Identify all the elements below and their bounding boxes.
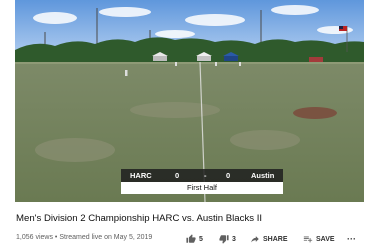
save-label: SAVE [316,235,335,243]
home-team-score: 0 [175,171,180,180]
meta-separator: • [54,234,58,241]
thumbs-down-icon [219,234,229,244]
like-button[interactable]: 5 [186,233,203,245]
video-meta: 1,056 views • Streamed live on May 5, 20… [16,234,152,241]
scoreboard: HARC 0 - 0 Austin [121,169,283,182]
video-player[interactable]: HARC 0 - 0 Austin First Half [15,0,364,202]
like-count: 5 [199,235,203,243]
more-icon: ··· [347,234,356,244]
more-options-button[interactable]: ··· [347,233,356,245]
away-team-name: Austin [251,171,275,180]
score-separator: - [204,171,207,180]
share-button[interactable]: SHARE [250,233,288,245]
dislike-count: 3 [232,235,236,243]
video-title: Men's Division 2 Championship HARC vs. A… [16,213,263,224]
save-playlist-icon [303,234,313,244]
stream-date: Streamed live on May 5, 2019 [59,234,153,241]
view-count: 1,056 views [16,234,53,241]
dislike-button[interactable]: 3 [219,233,236,245]
share-label: SHARE [263,235,288,243]
thumbs-up-icon [186,234,196,244]
home-team-name: HARC [130,171,152,180]
match-period: First Half [121,182,283,194]
away-team-score: 0 [226,171,231,180]
share-icon [250,234,260,244]
save-button[interactable]: SAVE [303,233,335,245]
